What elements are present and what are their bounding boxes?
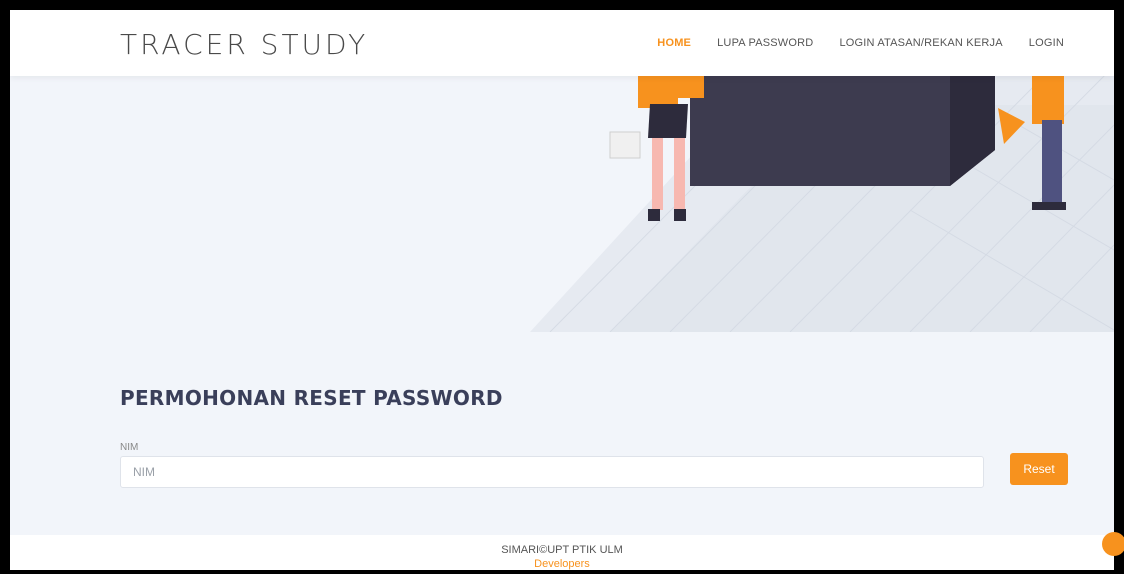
navbar: TRACER STUDY HOME LUPA PASSWORD LOGIN AT… bbox=[10, 10, 1114, 76]
nav-home[interactable]: HOME bbox=[657, 37, 691, 49]
footer-copyright: SIMARI©UPT PTIK ULM bbox=[501, 544, 623, 556]
reset-button[interactable]: Reset bbox=[1010, 453, 1068, 485]
main-nav: HOME LUPA PASSWORD LOGIN ATASAN/REKAN KE… bbox=[631, 37, 1064, 49]
nim-input[interactable] bbox=[120, 456, 984, 488]
scroll-top-button[interactable] bbox=[1102, 532, 1124, 556]
brand-logo[interactable]: TRACER STUDY bbox=[120, 28, 368, 61]
footer: SIMARI©UPT PTIK ULM Developers bbox=[10, 535, 1114, 570]
nav-login-atasan[interactable]: LOGIN ATASAN/REKAN KERJA bbox=[839, 37, 1002, 49]
page-title: PERMOHONAN RESET PASSWORD bbox=[120, 386, 503, 410]
nav-login[interactable]: LOGIN bbox=[1029, 37, 1064, 49]
footer-developers-link[interactable]: Developers bbox=[10, 558, 1114, 570]
nim-label: NIM bbox=[120, 442, 139, 453]
page-frame: TRACER STUDY HOME LUPA PASSWORD LOGIN AT… bbox=[10, 10, 1114, 570]
nav-lupa-password[interactable]: LUPA PASSWORD bbox=[717, 37, 813, 49]
